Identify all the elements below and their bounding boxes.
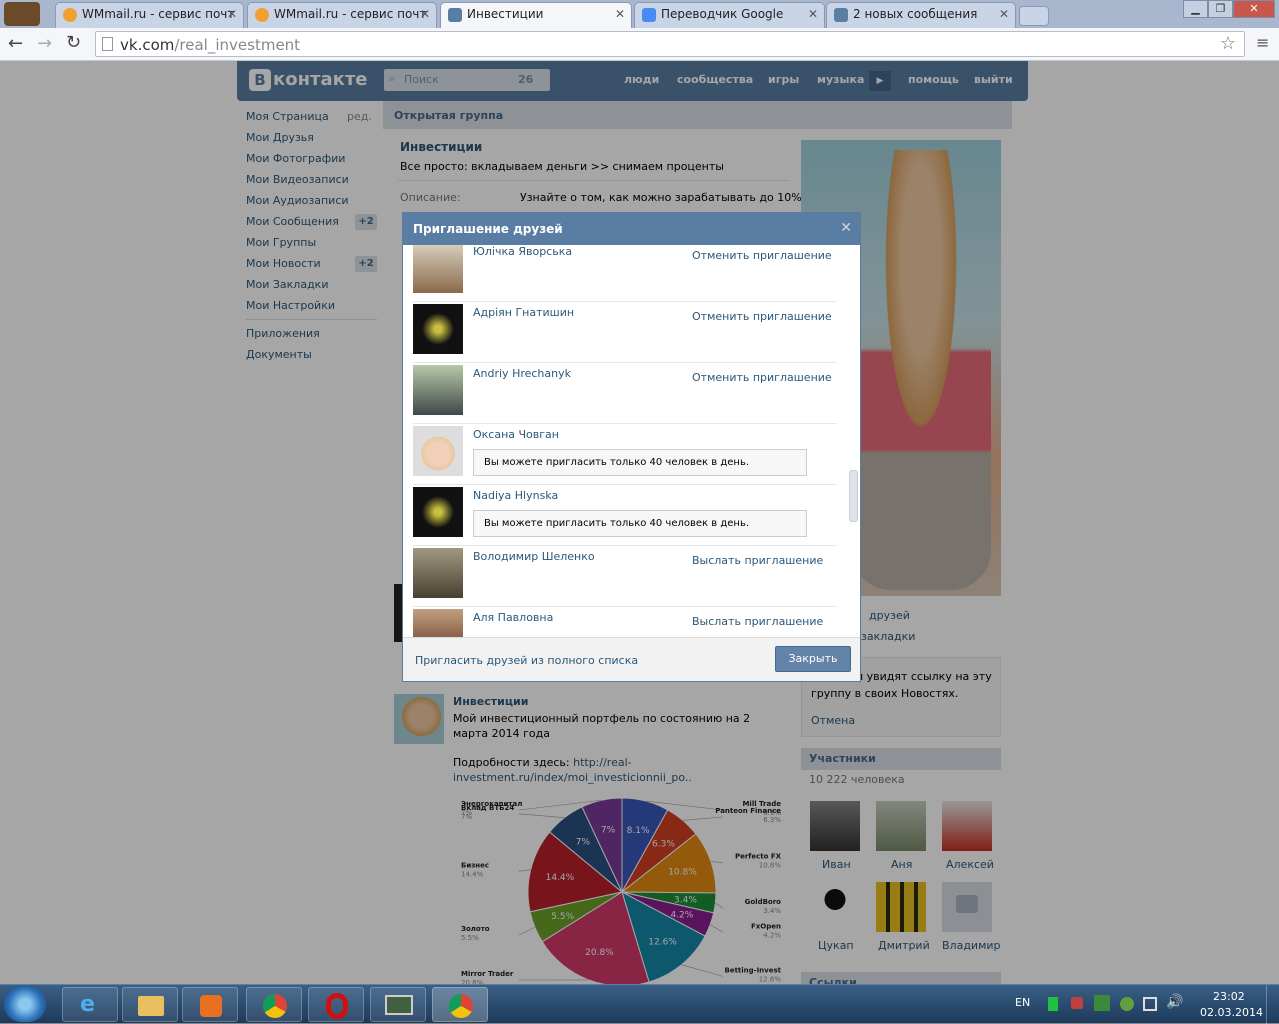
friend-name[interactable]: Andriy Hrechanyk xyxy=(473,367,571,380)
cancel-invite-link[interactable]: Отменить приглашение xyxy=(692,371,832,384)
start-button[interactable] xyxy=(4,987,46,1022)
internet-explorer-icon[interactable]: e xyxy=(62,987,118,1022)
forward-icon[interactable]: → xyxy=(37,33,52,54)
invite-limit-warning: Вы можете пригласить только 40 человек в… xyxy=(473,449,807,476)
menu-icon[interactable]: ≡ xyxy=(1256,33,1269,52)
windows-taskbar: e EN 🔊 23:02 02.03.2014 xyxy=(0,984,1279,1023)
friend-row: Аля Павловна Выслать приглашение xyxy=(413,607,837,637)
explorer-folder-icon[interactable] xyxy=(122,987,178,1022)
close-button[interactable]: Закрыть xyxy=(775,646,851,672)
minimize-button[interactable]: ▁ xyxy=(1183,0,1208,18)
url-path: /real_investment xyxy=(174,36,300,54)
show-desktop-button[interactable] xyxy=(1266,985,1279,1024)
friend-avatar[interactable] xyxy=(413,609,463,637)
tray-app-icon[interactable] xyxy=(1071,997,1083,1009)
close-tab-icon[interactable]: ✕ xyxy=(420,7,430,21)
browser-tab[interactable]: 2 новых сообщения ✕ xyxy=(826,2,1016,28)
new-tab-button[interactable] xyxy=(1019,6,1049,26)
friend-avatar[interactable] xyxy=(413,245,463,293)
full-list-link[interactable]: Пригласить друзей из полного списка xyxy=(415,654,638,667)
friend-row: Володимир Шеленко Выслать приглашение xyxy=(413,546,837,607)
close-icon[interactable]: ✕ xyxy=(840,220,852,236)
tab-title: Переводчик Google xyxy=(661,7,783,21)
browser-tab[interactable]: Переводчик Google ✕ xyxy=(634,2,825,28)
back-icon[interactable]: ← xyxy=(8,33,23,54)
friend-name[interactable]: Оксана Човган xyxy=(473,428,559,441)
invite-friends-dialog: Приглашение друзей ✕ Юлічка Яворська Отм… xyxy=(402,212,861,682)
clock-time[interactable]: 23:02 xyxy=(1213,990,1245,1003)
friend-avatar[interactable] xyxy=(413,304,463,354)
browser-tab[interactable]: WMmail.ru - сервис почт ✕ xyxy=(55,2,244,28)
chrome-icon[interactable] xyxy=(246,987,302,1022)
maximize-button[interactable]: ❐ xyxy=(1208,0,1233,18)
tab-title: 2 новых сообщения xyxy=(853,7,977,21)
dialog-title: Приглашение друзей xyxy=(413,222,563,236)
browser-toolbar: ← → ↻ vk.com/real_investment ☆ ≡ xyxy=(0,28,1279,61)
send-invite-link[interactable]: Выслать приглашение xyxy=(692,554,823,567)
friend-avatar[interactable] xyxy=(413,548,463,598)
monitor-app-icon[interactable] xyxy=(370,987,426,1022)
dialog-scrollbar[interactable] xyxy=(849,470,858,522)
address-bar[interactable]: vk.com/real_investment ☆ xyxy=(95,31,1245,57)
close-tab-icon[interactable]: ✕ xyxy=(227,7,237,21)
clock-date[interactable]: 02.03.2014 xyxy=(1200,1006,1263,1019)
friend-avatar[interactable] xyxy=(413,426,463,476)
friend-name[interactable]: Юлічка Яворська xyxy=(473,245,572,258)
invite-limit-warning: Вы можете пригласить только 40 человек в… xyxy=(473,510,807,537)
url-text: vk.com/real_investment xyxy=(120,36,300,54)
friend-row: Юлічка Яворська Отменить приглашение xyxy=(413,245,837,302)
wmmail-icon xyxy=(255,8,269,22)
close-tab-icon[interactable]: ✕ xyxy=(999,7,1009,21)
browser-tab-bar: WMmail.ru - сервис почт ✕ WMmail.ru - се… xyxy=(0,0,1279,28)
friend-name[interactable]: Адріян Гнатишин xyxy=(473,306,574,319)
page-icon xyxy=(102,37,113,51)
media-player-icon[interactable] xyxy=(182,987,238,1022)
friend-row: Nadiya Hlynska Вы можете пригласить толь… xyxy=(413,485,837,546)
url-host: vk.com xyxy=(120,36,174,54)
chrome-icon[interactable] xyxy=(432,987,488,1022)
google-translate-icon xyxy=(642,8,656,22)
tab-title: Инвестиции xyxy=(467,7,543,21)
browser-logo-icon xyxy=(4,2,40,26)
volume-icon[interactable]: 🔊 xyxy=(1166,994,1183,1010)
network-icon[interactable] xyxy=(1143,997,1157,1011)
wmmail-icon xyxy=(63,8,77,22)
close-tab-icon[interactable]: ✕ xyxy=(808,7,818,21)
cancel-invite-link[interactable]: Отменить приглашение xyxy=(692,249,832,262)
browser-tab[interactable]: WMmail.ru - сервис почт ✕ xyxy=(247,2,437,28)
friend-row: Оксана Човган Вы можете пригласить тольк… xyxy=(413,424,837,485)
opera-icon[interactable] xyxy=(308,987,364,1022)
tray-app-icon[interactable] xyxy=(1048,997,1058,1011)
vk-icon xyxy=(448,8,462,22)
friends-list: Юлічка Яворська Отменить приглашение Адр… xyxy=(403,245,860,637)
send-invite-link[interactable]: Выслать приглашение xyxy=(692,615,823,628)
friend-avatar[interactable] xyxy=(413,365,463,415)
dialog-header: Приглашение друзей ✕ xyxy=(403,213,860,245)
friend-row: Адріян Гнатишин Отменить приглашение xyxy=(413,302,837,363)
close-tab-icon[interactable]: ✕ xyxy=(615,7,625,21)
tray-app-icon[interactable] xyxy=(1094,995,1110,1011)
tab-title: WMmail.ru - сервис почт xyxy=(82,7,234,21)
friend-avatar[interactable] xyxy=(413,487,463,537)
tray-app-icon[interactable] xyxy=(1120,997,1134,1011)
vk-icon xyxy=(834,8,848,22)
tab-title: WMmail.ru - сервис почт xyxy=(274,7,426,21)
reload-icon[interactable]: ↻ xyxy=(66,32,81,53)
cancel-invite-link[interactable]: Отменить приглашение xyxy=(692,310,832,323)
close-window-button[interactable]: ✕ xyxy=(1233,0,1275,18)
friend-name[interactable]: Nadiya Hlynska xyxy=(473,489,558,502)
bookmark-star-icon[interactable]: ☆ xyxy=(1220,33,1236,54)
friend-name[interactable]: Володимир Шеленко xyxy=(473,550,595,563)
dialog-footer: Пригласить друзей из полного списка Закр… xyxy=(403,637,860,681)
friend-name[interactable]: Аля Павловна xyxy=(473,611,553,624)
browser-tab-active[interactable]: Инвестиции ✕ xyxy=(440,2,632,28)
friend-row: Andriy Hrechanyk Отменить приглашение xyxy=(413,363,837,424)
language-indicator[interactable]: EN xyxy=(1015,996,1030,1009)
